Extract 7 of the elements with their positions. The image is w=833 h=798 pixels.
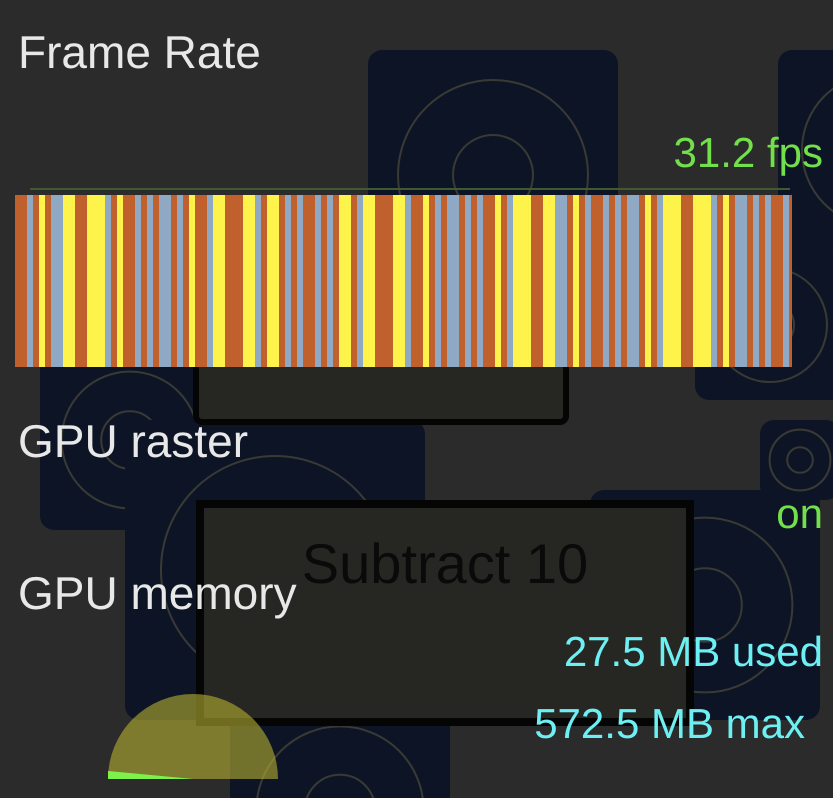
section-title: GPU memory	[18, 566, 298, 621]
section-title: Frame Rate	[18, 25, 262, 80]
memory-max: 572.5 MB max	[534, 699, 805, 749]
fps-reading: 31.2 fps	[674, 128, 823, 178]
raster-status: on	[776, 489, 823, 539]
section-title: GPU raster	[18, 414, 250, 469]
memory-used: 27.5 MB used	[564, 627, 823, 677]
